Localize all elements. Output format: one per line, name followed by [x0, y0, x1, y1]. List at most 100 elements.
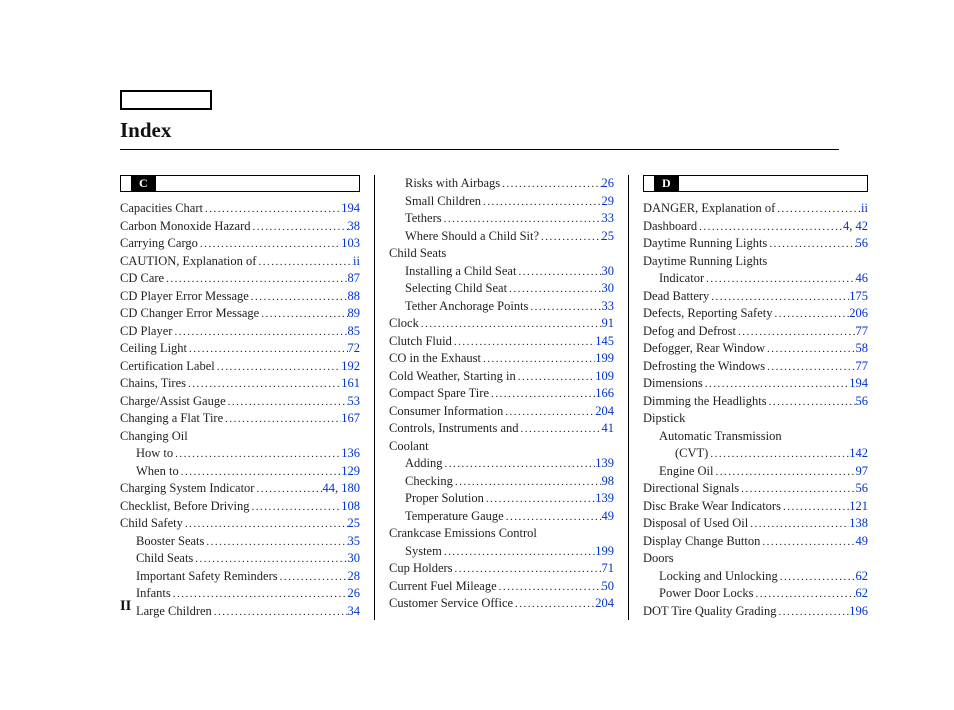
page-ref[interactable]: 33: [602, 211, 615, 225]
index-entry-label: Engine Oil: [659, 463, 714, 481]
index-entry: Controls, Instruments and41: [389, 420, 614, 438]
page-ref[interactable]: 26: [602, 176, 615, 190]
page-ref[interactable]: ii: [353, 254, 360, 268]
page-ref[interactable]: 38: [348, 219, 361, 233]
page-ref[interactable]: 91: [602, 316, 615, 330]
page-ref[interactable]: 88: [348, 289, 361, 303]
page-ref[interactable]: 103: [341, 236, 360, 250]
index-entry-label: Changing a Flat Tire: [120, 410, 223, 428]
leader-dots: [528, 300, 601, 315]
index-entry: Proper Solution 139: [389, 490, 614, 508]
index-entry-pages: 109: [595, 368, 614, 386]
index-entry-label: Child Safety: [120, 515, 183, 533]
page-ref[interactable]: 194: [341, 201, 360, 215]
page-ref[interactable]: ii: [861, 201, 868, 215]
page-ref[interactable]: 161: [341, 376, 360, 390]
page-ref[interactable]: 71: [602, 561, 615, 575]
page-ref[interactable]: 77: [856, 359, 869, 373]
page-ref[interactable]: 25: [348, 516, 361, 530]
index-entry: Adding139: [389, 455, 614, 473]
page-ref[interactable]: 49: [602, 509, 615, 523]
leader-dots: [204, 535, 347, 550]
index-entry: Child Safety 25: [120, 515, 360, 533]
index-entry-label: Clutch Fluid: [389, 333, 452, 351]
index-entry: Crankcase Emissions Control: [389, 525, 614, 543]
page-ref[interactable]: 30: [348, 551, 361, 565]
page-ref[interactable]: 194: [849, 376, 868, 390]
index-entry-label: Cold Weather, Starting in: [389, 368, 516, 386]
page-ref[interactable]: 97: [856, 464, 869, 478]
page-ref[interactable]: 53: [348, 394, 361, 408]
page-ref[interactable]: 30: [602, 281, 615, 295]
page-ref[interactable]: 145: [595, 334, 614, 348]
index-entry: Dipstick: [643, 410, 868, 428]
index-entry-label: Current Fuel Mileage: [389, 578, 497, 596]
page-ref[interactable]: 42: [856, 219, 869, 233]
page-ref[interactable]: 139: [595, 491, 614, 505]
page-ref[interactable]: 77: [856, 324, 869, 338]
page-ref[interactable]: 204: [595, 404, 614, 418]
page-title: Index: [120, 118, 839, 143]
page-ref[interactable]: 98: [602, 474, 615, 488]
page-ref[interactable]: 167: [341, 411, 360, 425]
section-letter: D: [654, 176, 679, 191]
page-ref[interactable]: 41: [602, 421, 615, 435]
page-ref[interactable]: 33: [602, 299, 615, 313]
page-ref[interactable]: 35: [348, 534, 361, 548]
page-ref[interactable]: 50: [602, 579, 615, 593]
page-ref[interactable]: 44: [323, 481, 336, 495]
page-ref[interactable]: 121: [849, 499, 868, 513]
index-entry: Automatic Transmission: [643, 428, 868, 446]
page-ref[interactable]: 62: [856, 569, 869, 583]
leader-dots: [419, 317, 602, 332]
page-ref[interactable]: 72: [348, 341, 361, 355]
page-ref[interactable]: 204: [595, 596, 614, 610]
page-ref[interactable]: 196: [849, 604, 868, 618]
index-entry-label: Disc Brake Wear Indicators: [643, 498, 781, 516]
index-entry-label: Proper Solution: [405, 490, 484, 508]
page-ref[interactable]: 199: [595, 544, 614, 558]
leader-dots: [516, 265, 601, 280]
page-ref[interactable]: 85: [348, 324, 361, 338]
index-entry: Defogger, Rear Window58: [643, 340, 868, 358]
page-ref[interactable]: 192: [341, 359, 360, 373]
index-entry-label: System: [405, 543, 442, 561]
page-ref[interactable]: 29: [602, 194, 615, 208]
leader-dots: [503, 405, 595, 420]
page-ref[interactable]: 56: [856, 481, 869, 495]
page-ref[interactable]: 87: [348, 271, 361, 285]
page-ref[interactable]: 89: [348, 306, 361, 320]
page-ref[interactable]: 138: [849, 516, 868, 530]
index-entry-pages: 28: [348, 568, 361, 586]
page-ref[interactable]: 166: [595, 386, 614, 400]
page-ref[interactable]: 56: [856, 236, 869, 250]
leader-dots: [442, 212, 602, 227]
page-ref[interactable]: 199: [595, 351, 614, 365]
page-ref[interactable]: 58: [856, 341, 869, 355]
page-ref[interactable]: 56: [856, 394, 869, 408]
page-ref[interactable]: 180: [341, 481, 360, 495]
leader-dots: [736, 325, 855, 340]
page-ref[interactable]: 30: [602, 264, 615, 278]
section-header: D: [643, 175, 868, 192]
page-ref[interactable]: 206: [849, 306, 868, 320]
leader-dots: [767, 395, 856, 410]
page-ref[interactable]: 109: [595, 369, 614, 383]
leader-dots: [519, 422, 602, 437]
page-ref[interactable]: 129: [341, 464, 360, 478]
page-ref[interactable]: 62: [856, 586, 869, 600]
leader-dots: [193, 552, 347, 567]
page-ref[interactable]: 26: [348, 586, 361, 600]
page-ref[interactable]: 49: [856, 534, 869, 548]
page-ref[interactable]: 34: [348, 604, 361, 618]
page-ref[interactable]: 108: [341, 499, 360, 513]
page-ref[interactable]: 28: [348, 569, 361, 583]
page-ref[interactable]: 175: [849, 289, 868, 303]
page-ref[interactable]: 25: [602, 229, 615, 243]
page-ref[interactable]: 136: [341, 446, 360, 460]
page-ref[interactable]: 139: [595, 456, 614, 470]
page-ref[interactable]: 142: [849, 446, 868, 460]
leader-dots: [772, 307, 849, 322]
index-entry-pages: 71: [602, 560, 615, 578]
page-ref[interactable]: 46: [856, 271, 869, 285]
